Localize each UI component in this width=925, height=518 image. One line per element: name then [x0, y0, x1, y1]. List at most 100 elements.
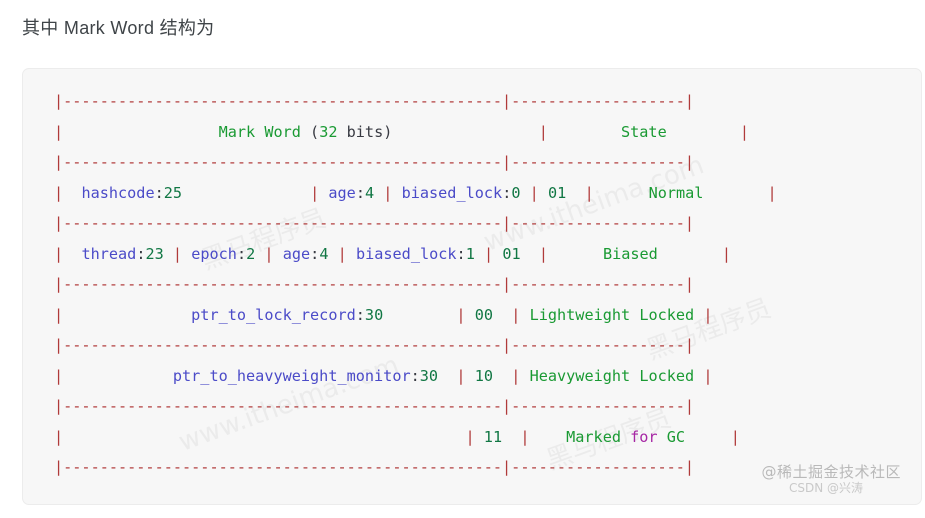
table-rule: |---------------------------------------…	[54, 92, 695, 110]
table-rule: |---------------------------------------…	[54, 458, 695, 476]
code-token: Lightweight Locked	[529, 305, 695, 324]
code-token: |	[310, 183, 320, 202]
table-rule: |---------------------------------------…	[54, 153, 695, 171]
code-token: Biased	[602, 244, 658, 263]
code-line-rule-2: |---------------------------------------…	[54, 208, 777, 239]
code-token: 30	[419, 366, 439, 385]
code-line-rule-top: |---------------------------------------…	[54, 86, 777, 117]
code-token: |	[484, 244, 494, 263]
code-token: :	[154, 183, 164, 202]
code-token: :	[236, 244, 247, 263]
code-token: 01	[547, 183, 567, 202]
code-token: |	[465, 427, 475, 446]
code-token: |	[54, 183, 73, 202]
code-token: 00	[474, 305, 493, 324]
code-token: 1	[465, 244, 475, 263]
code-token: |	[456, 366, 466, 385]
code-token: :	[355, 183, 365, 202]
code-token: |	[520, 427, 530, 446]
code-line-row-lightweight: | ptr_to_lock_record:30 | 00 | Lightweig…	[54, 300, 777, 331]
page-root: 其中 Mark Word 结构为 黑马程序员 www.itheima.com 黑…	[0, 0, 925, 518]
code-token: State	[621, 122, 667, 141]
code-token: 11	[483, 427, 503, 446]
code-token: |	[584, 183, 594, 202]
code-token: :	[310, 244, 320, 263]
code-block-card: 黑马程序员 www.itheima.com 黑马程序员 www.itheima.…	[22, 68, 922, 505]
code-token: |	[767, 183, 777, 202]
code-token: ptr_to_heavyweight_monitor	[154, 366, 411, 385]
code-token: biased_lock	[355, 244, 457, 263]
code-token: |	[538, 244, 549, 263]
code-token: 4	[364, 183, 375, 202]
code-token: :	[355, 305, 365, 324]
code-token: 32	[319, 122, 338, 141]
page-title: 其中 Mark Word 结构为	[22, 18, 215, 38]
code-token: thread	[72, 244, 137, 263]
code-token: for	[630, 427, 658, 446]
code-token: Marked	[566, 427, 631, 446]
table-rule: |---------------------------------------…	[54, 336, 695, 354]
code-token: |	[739, 122, 750, 141]
code-line-rule-bottom: |---------------------------------------…	[54, 452, 777, 483]
code-token: :	[456, 244, 466, 263]
code-token: 01	[502, 244, 521, 263]
table-rule: |---------------------------------------…	[54, 275, 695, 293]
code-token: :	[502, 183, 512, 202]
code-token: ptr_to_lock_record	[154, 305, 356, 324]
code-token: |	[54, 244, 73, 263]
code-token: 0	[511, 183, 521, 202]
code-line-row-gc: | | 11 | Marked for GC |	[54, 422, 777, 453]
code-token: |	[54, 122, 64, 141]
code-token: 30	[364, 305, 384, 324]
code-token: |	[172, 244, 183, 263]
code-line-rule-5: |---------------------------------------…	[54, 391, 777, 422]
code-token: (	[310, 122, 320, 141]
code-token: 10	[474, 366, 493, 385]
table-rule: |---------------------------------------…	[54, 397, 695, 415]
code-token: hashcode	[72, 183, 155, 202]
code-token: |	[730, 427, 740, 446]
code-token: bits)	[337, 122, 393, 141]
code-token: Normal	[648, 183, 704, 202]
code-token: 2	[246, 244, 256, 263]
code-token: |	[721, 244, 731, 263]
code-token: biased_lock	[401, 183, 503, 202]
code-token: :	[410, 366, 420, 385]
code-token: 23	[145, 244, 164, 263]
code-token: Heavyweight Locked	[529, 366, 695, 385]
watermark-csdn: CSDN @兴涛	[788, 481, 863, 495]
code-line-row-normal: | hashcode:25 | age:4 | biased_lock:0 | …	[54, 178, 777, 209]
code-token: |	[703, 366, 713, 385]
code-content[interactable]: |---------------------------------------…	[54, 86, 777, 483]
code-token: |	[264, 244, 274, 263]
